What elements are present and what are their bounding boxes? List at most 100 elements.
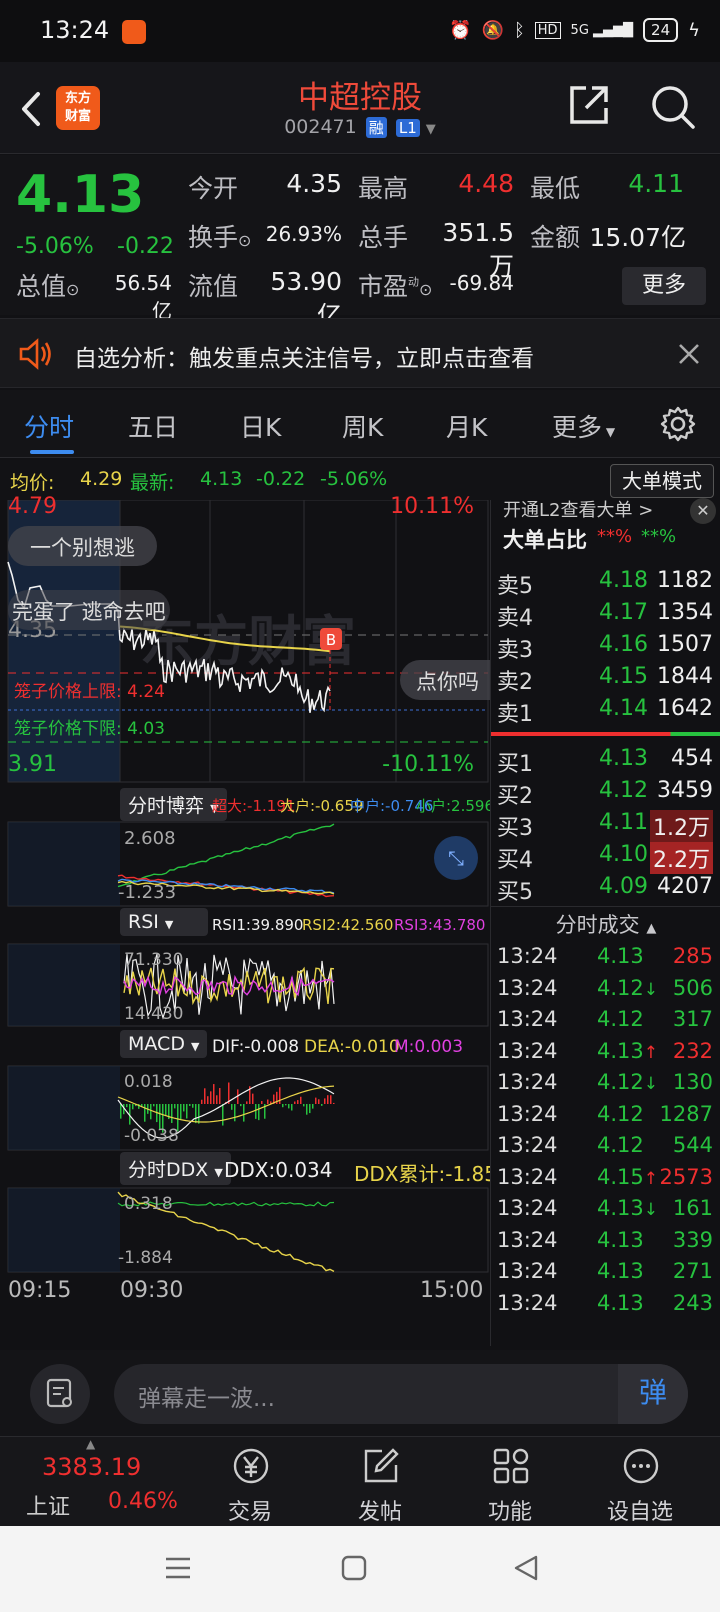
alert-text: 自选分析：触发重点关注信号，立即点击查看 <box>74 346 534 372</box>
danmaku-bubble[interactable]: 点你吗 <box>400 660 490 700</box>
game-indicator-selector[interactable]: 分时博弈 ▼ <box>120 788 227 821</box>
big-ratio-green: **% <box>641 526 677 547</box>
bid-row[interactable]: 买5 4.09 4207 <box>491 874 720 906</box>
nav-add-watchlist-label: 设自选 <box>606 1500 673 1525</box>
back-triangle-icon[interactable] <box>512 1554 540 1582</box>
time-axis-open: 09:30 <box>120 1278 184 1303</box>
big-ratio-red: **% <box>597 526 633 547</box>
macd-bar <box>204 1088 206 1104</box>
share-icon[interactable] <box>568 84 610 126</box>
stock-code-row[interactable]: 002471 融 L1 ▼ <box>0 116 720 138</box>
rsi-indicator-selector[interactable]: RSI ▼ <box>120 908 208 936</box>
nav-post[interactable]: 发帖 <box>320 1437 440 1527</box>
alarm-icon: ⏰ <box>449 19 472 41</box>
open-value: 4.35 <box>286 169 342 198</box>
nav-functions[interactable]: 功能 <box>450 1437 570 1527</box>
ask-row[interactable]: 卖4 4.17 1354 <box>491 600 720 632</box>
danmaku-bubble[interactable]: 完蛋了 逃命去吧 <box>8 590 170 630</box>
index-widget[interactable]: ▲ 3383.19 上证 0.46% <box>0 1437 190 1527</box>
macd-bar <box>144 1104 146 1122</box>
bid-row[interactable]: 买2 4.12 3459 <box>491 778 720 810</box>
pre-market-shade <box>8 1066 120 1150</box>
danmaku-settings-button[interactable] <box>30 1364 90 1424</box>
turnover-label[interactable]: 换手⊙ <box>188 218 251 254</box>
tab-weekly-k[interactable]: 周K <box>342 408 383 444</box>
more-button[interactable]: 更多 <box>622 267 706 305</box>
status-icons: ⏰ 🔕 ᛒ HD 5G ▂▄▆█ 24 ϟ <box>449 18 700 42</box>
bottom-pct-label: -10.11% <box>382 752 474 777</box>
tab-daily-k[interactable]: 日K <box>240 408 281 444</box>
mcap-value: 56.54亿 <box>114 271 172 323</box>
danmaku-send-button[interactable]: 弹 <box>618 1364 688 1424</box>
expand-icon[interactable]: ⤡ <box>434 836 478 880</box>
tab-more[interactable]: 更多 ▼ <box>552 408 615 444</box>
big-order-mode-button[interactable]: 大单模式 <box>610 464 714 498</box>
bid-row[interactable]: 买3 4.11 1.2万 <box>491 810 720 842</box>
l2-banner[interactable]: 开通L2查看大单 > <box>503 496 653 522</box>
mcap-label[interactable]: 总值⊙ <box>16 267 79 303</box>
macd-bar <box>279 1087 281 1104</box>
macd-bar <box>171 1104 173 1123</box>
macd-bar <box>222 1104 224 1126</box>
rsi1-value: RSI1:39.890 <box>212 916 304 934</box>
danmaku-input[interactable]: 弹幕走一波... <box>114 1364 688 1424</box>
ddx-ymin: -1.884 <box>118 1248 173 1268</box>
ask-row[interactable]: 卖3 4.16 1507 <box>491 632 720 664</box>
macd-indicator-selector[interactable]: MACD ▼ <box>120 1030 208 1058</box>
close-icon[interactable] <box>678 343 700 365</box>
bid-row[interactable]: 买1 4.13 454 <box>491 746 720 778</box>
tab-monthly-k[interactable]: 月K <box>446 408 487 444</box>
search-icon[interactable] <box>650 84 696 130</box>
avg-value: 4.29 <box>80 468 123 490</box>
rsi3-value: RSI3:43.780 <box>394 916 486 934</box>
hd-icon: HD <box>534 21 561 39</box>
tab-five-day[interactable]: 五日 <box>128 408 178 444</box>
nav-trade[interactable]: 交易 <box>190 1437 310 1527</box>
danmaku-bubble[interactable]: 一个别想逃 <box>8 526 157 566</box>
edit-pen-icon <box>364 1448 399 1483</box>
bid-row[interactable]: 买4 4.10 2.2万 <box>491 842 720 874</box>
chart-area[interactable]: 东方财富 B 4.79 10.11% 4.35 3.91 -10.11% 笼子价… <box>0 494 510 1346</box>
alert-banner[interactable]: 自选分析：触发重点关注信号，立即点击查看 <box>0 318 720 388</box>
macd-bar <box>198 1104 200 1124</box>
index-name: 上证 <box>26 1495 71 1520</box>
menu-icon[interactable] <box>164 1554 192 1582</box>
low-value: 4.11 <box>628 169 684 198</box>
big-ratio-label: 大单占比 <box>503 528 587 552</box>
top-pct-label: 10.11% <box>390 494 474 519</box>
amount-label: 金额 <box>530 223 581 252</box>
small-holder-value: 小户:2.596 <box>416 797 494 815</box>
macd-bar <box>213 1084 215 1104</box>
volume-label: 总手 <box>358 223 409 252</box>
tick-row: 13:24 4.12↓ 506 <box>497 975 713 1000</box>
macd-bar <box>294 1101 296 1104</box>
ticks-header[interactable]: 分时成交 ▲ <box>491 906 720 942</box>
home-icon[interactable] <box>340 1554 368 1582</box>
more-dots-icon <box>623 1448 659 1484</box>
ask-row[interactable]: 卖1 4.14 1642 <box>491 696 720 728</box>
settings-gear-icon[interactable] <box>660 406 696 442</box>
dea-value: DEA:-0.010 <box>304 1037 400 1057</box>
info-icon: ⊙ <box>238 231 252 250</box>
status-time: 13:24 <box>40 16 110 44</box>
avg-price-row: 均价: 4.29 最新: 4.13 -0.22 -5.06% 大单模式 <box>0 460 720 500</box>
pe-value: -69.84 <box>449 271 514 295</box>
amount-value: 15.07亿 <box>589 223 686 252</box>
macd-bar <box>201 1099 203 1104</box>
macd-bar <box>216 1095 218 1104</box>
mute-icon: 🔕 <box>481 19 504 41</box>
nav-add-watchlist[interactable]: 设自选 <box>580 1437 700 1527</box>
tick-row: 13:24 4.12↓ 130 <box>497 1070 713 1094</box>
tab-intraday[interactable]: 分时 <box>24 408 74 444</box>
macd-bar <box>165 1104 167 1117</box>
ddx-ymax: 0.318 <box>124 1194 173 1214</box>
pe-label[interactable]: 市盈动⊙ <box>358 267 432 303</box>
grid-apps-icon <box>493 1448 529 1484</box>
pre-market-shade <box>8 944 120 1026</box>
close-icon[interactable]: ✕ <box>690 498 716 524</box>
ddx-indicator-selector[interactable]: 分时DDX ▼ <box>120 1152 231 1185</box>
ask-row[interactable]: 卖5 4.18 1182 <box>491 568 720 600</box>
macd-bar <box>219 1088 221 1104</box>
dif-value: DIF:-0.008 <box>212 1037 300 1057</box>
ask-row[interactable]: 卖2 4.15 1844 <box>491 664 720 696</box>
